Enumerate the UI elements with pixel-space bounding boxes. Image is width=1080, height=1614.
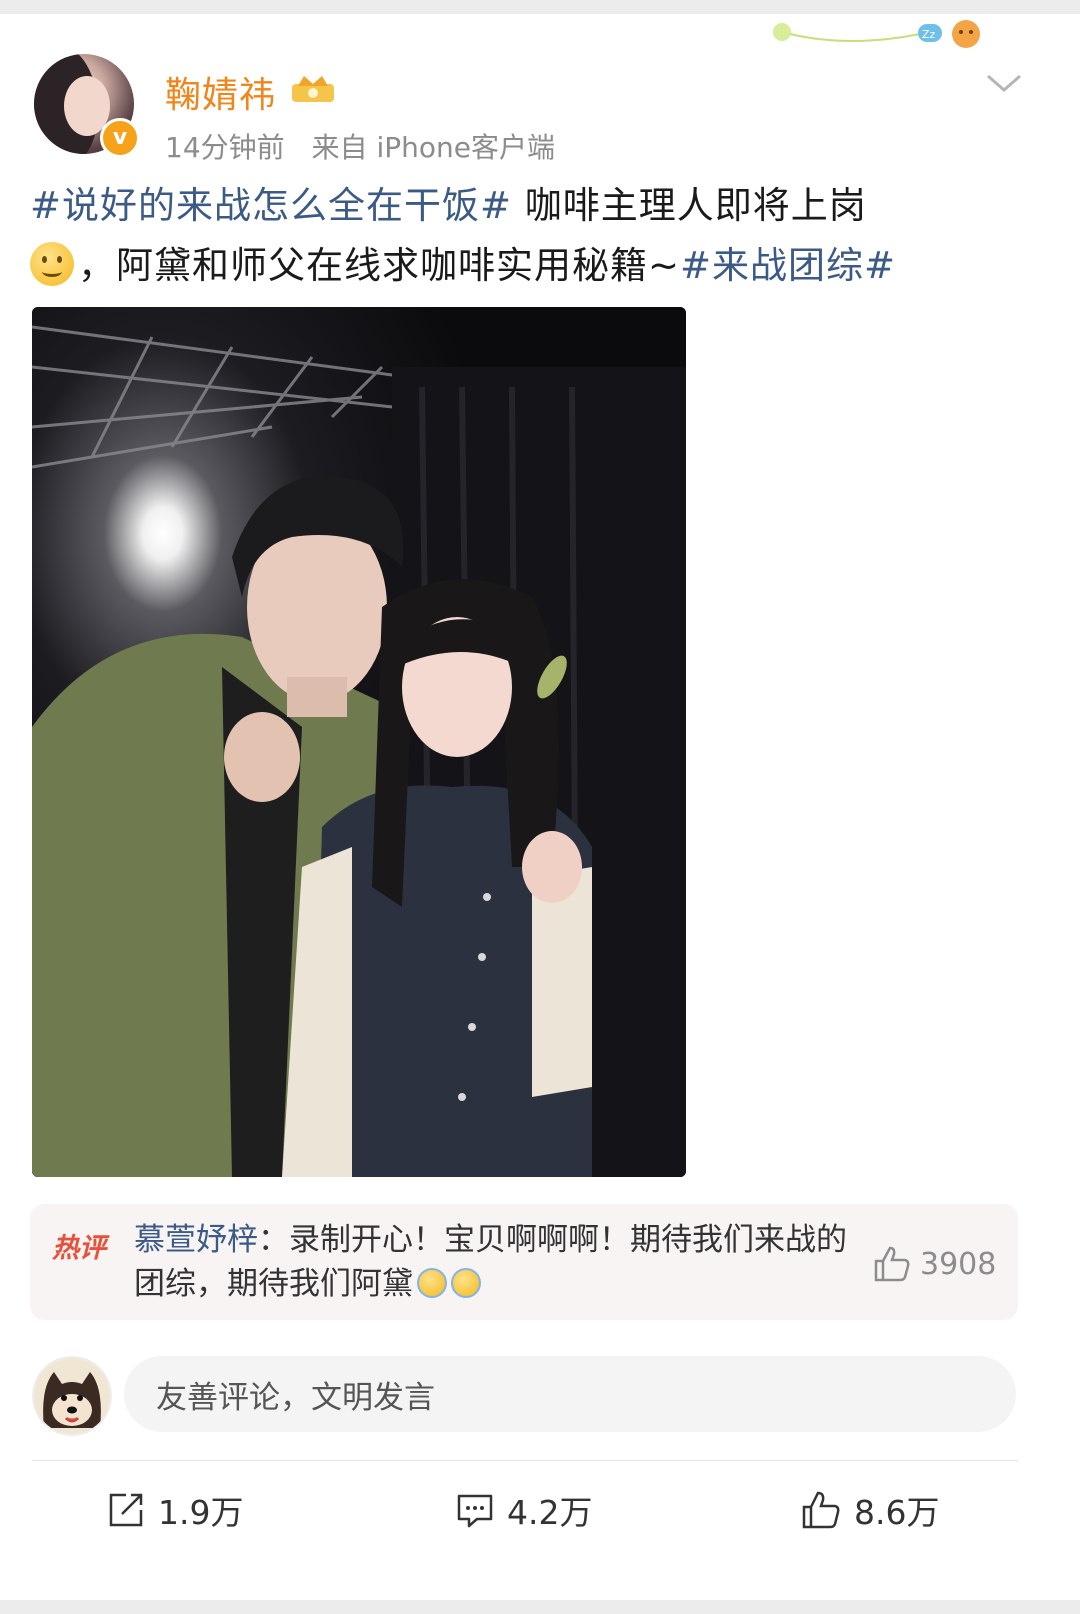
- post-time: 14分钟前: [165, 131, 285, 164]
- chevron-down-icon[interactable]: [984, 72, 1024, 96]
- cat-sleeping-decoration-icon: Zz: [773, 20, 980, 48]
- hashtag-link[interactable]: #来战团综#: [680, 244, 896, 287]
- my-avatar[interactable]: [32, 1356, 112, 1436]
- comment-input[interactable]: 友善评论，文明发言: [124, 1356, 1016, 1432]
- comment-user-name[interactable]: 慕萱妤梓: [134, 1222, 258, 1258]
- post-source: 来自 iPhone客户端: [311, 131, 555, 164]
- svg-text:Zz: Zz: [922, 28, 936, 41]
- comment-like-count: 3908: [920, 1246, 997, 1282]
- repost-button[interactable]: 1.9万: [106, 1486, 243, 1534]
- weibo-post-card: Zz v 鞠婧祎 14分钟前 来自 iPhone客户端 #说好的来战怎么全在干饭…: [0, 14, 1080, 1600]
- post-text: #说好的来战怎么全在干饭# 咖啡主理人即将上岗 ，阿黛和师父在线求咖啡实用秘籍~…: [30, 176, 1030, 296]
- post-text-part: ，阿黛和师父在线求咖啡实用秘籍~: [78, 244, 681, 287]
- comment-button[interactable]: 4.2万: [455, 1486, 592, 1534]
- photo-illustration: [32, 307, 686, 1177]
- hot-comment[interactable]: 热评 慕萱妤梓：录制开心！宝贝啊啊啊！期待我们来战的团综，期待我们阿黛 3908: [30, 1204, 1018, 1320]
- like-button[interactable]: 8.6万: [800, 1486, 939, 1534]
- thumbs-up-icon: [874, 1246, 910, 1282]
- repost-count: 1.9万: [158, 1493, 244, 1532]
- shiba-dog-avatar-icon: [43, 1372, 101, 1428]
- verified-v-icon: v: [100, 118, 140, 158]
- repost-icon: [109, 1493, 143, 1527]
- crown-icon: [292, 76, 334, 102]
- post-text-part: 咖啡主理人即将上岗: [524, 184, 867, 227]
- comment-like-button[interactable]: 3908: [872, 1244, 996, 1284]
- author-name[interactable]: 鞠婧祎: [165, 66, 276, 118]
- hug-emoji-icon: [451, 1268, 481, 1298]
- comment-icon: [457, 1494, 493, 1528]
- comment-separator: ：: [258, 1222, 289, 1258]
- salute-smile-emoji-icon: [30, 242, 74, 286]
- post-meta: 14分钟前 来自 iPhone客户端: [165, 126, 573, 166]
- hot-comment-text: 慕萱妤梓：录制开心！宝贝啊啊啊！期待我们来战的团综，期待我们阿黛: [134, 1218, 854, 1306]
- hashtag-link[interactable]: #说好的来战怎么全在干饭#: [30, 184, 512, 227]
- post-photo[interactable]: [32, 307, 686, 1177]
- hot-comment-badge: 热评: [52, 1233, 106, 1264]
- comment-count: 4.2万: [507, 1493, 593, 1532]
- like-count: 8.6万: [854, 1493, 940, 1532]
- comment-input-placeholder: 友善评论，文明发言: [156, 1379, 435, 1416]
- hug-emoji-icon: [417, 1268, 447, 1298]
- divider: [32, 1460, 1018, 1461]
- thumbs-up-icon: [802, 1491, 840, 1529]
